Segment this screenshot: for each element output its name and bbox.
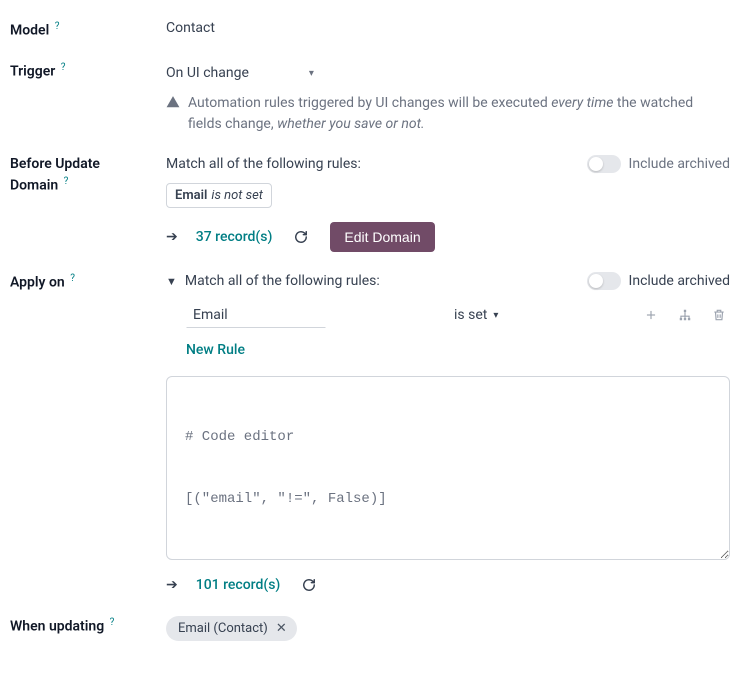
apply-match-text: Match all of the following rules: [185, 273, 380, 289]
edit-domain-button[interactable]: Edit Domain [330, 222, 434, 252]
help-icon[interactable]: ? [64, 176, 69, 187]
include-archived-label: Include archived [629, 273, 730, 289]
row-trigger: Trigger ? On UI change ▾ Automation rule… [10, 61, 730, 135]
delete-rule-button[interactable] [708, 304, 730, 326]
model-value: Contact [166, 20, 215, 36]
row-before-domain: Before Update Domain ? Match all of the … [10, 155, 730, 252]
trigger-select[interactable]: On UI change ▾ [166, 61, 314, 85]
row-apply-on: Apply on ? ▼ Match all of the following … [10, 272, 730, 596]
refresh-button[interactable] [290, 226, 312, 248]
before-records-link[interactable]: 37 record(s) [196, 229, 273, 245]
caret-down-icon: ▾ [309, 68, 314, 79]
code-editor[interactable]: # Code editor [("email", "!=", False)] [166, 376, 730, 560]
model-value-wrap: Contact [166, 20, 730, 36]
help-icon[interactable]: ? [70, 273, 75, 284]
help-icon[interactable]: ? [55, 21, 60, 32]
add-branch-button[interactable] [674, 304, 696, 326]
rule-operator-select[interactable]: is set ▾ [454, 307, 498, 323]
apply-records-link[interactable]: 101 record(s) [196, 577, 281, 593]
help-icon[interactable]: ? [110, 617, 115, 628]
before-rule-field: Email [175, 188, 207, 203]
include-archived-label: Include archived [629, 156, 730, 172]
code-line: [("email", "!=", False)] [185, 491, 711, 507]
trigger-label: Trigger ? [10, 61, 150, 82]
before-rule-op: is not set [211, 188, 263, 203]
when-updating-tag[interactable]: Email (Contact) ✕ [166, 616, 297, 641]
before-domain-label: Before Update Domain ? [10, 155, 150, 196]
include-archived-toggle[interactable] [587, 155, 621, 173]
warning-icon [166, 95, 180, 135]
help-icon[interactable]: ? [61, 62, 66, 73]
apply-on-label: Apply on ? [10, 272, 150, 293]
before-rule-chip: Email is not set [166, 183, 272, 208]
rule-field-select[interactable]: Email [186, 302, 326, 328]
when-updating-tag-text: Email (Contact) [178, 621, 268, 636]
trigger-label-text: Trigger [10, 64, 55, 80]
before-domain-label-text: Before Update Domain [10, 156, 100, 193]
model-label-text: Model [10, 23, 49, 39]
before-match-text: Match all of the following rules: [166, 156, 361, 172]
add-rule-button[interactable] [640, 304, 662, 326]
arrow-right-icon: ➔ [166, 229, 178, 245]
trigger-warning-text: Automation rules triggered by UI changes… [188, 93, 730, 135]
code-comment: # Code editor [185, 429, 711, 445]
caret-down-icon: ▾ [493, 310, 498, 321]
when-updating-label-text: When updating [10, 619, 104, 635]
close-icon[interactable]: ✕ [276, 621, 287, 636]
rule-field-value: Email [193, 307, 228, 323]
trigger-value: On UI change [166, 65, 249, 81]
include-archived-toggle[interactable] [587, 272, 621, 290]
model-label: Model ? [10, 20, 150, 41]
caret-down-icon[interactable]: ▼ [166, 275, 177, 288]
trigger-warning: Automation rules triggered by UI changes… [166, 93, 730, 135]
when-updating-label: When updating ? [10, 616, 150, 637]
new-rule-link[interactable]: New Rule [186, 342, 245, 358]
row-model: Model ? Contact [10, 20, 730, 41]
refresh-button[interactable] [298, 574, 320, 596]
rule-operator-value: is set [454, 307, 487, 323]
apply-on-label-text: Apply on [10, 275, 65, 291]
arrow-right-icon: ➔ [166, 577, 178, 593]
row-when-updating: When updating ? Email (Contact) ✕ [10, 616, 730, 641]
